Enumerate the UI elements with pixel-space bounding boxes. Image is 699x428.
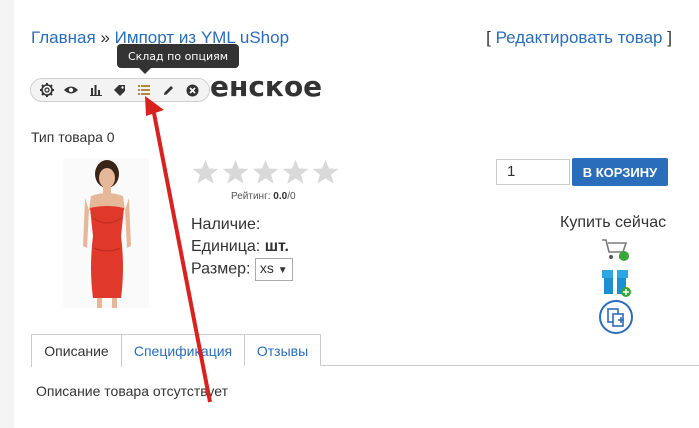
tags-icon[interactable]: [110, 80, 130, 100]
product-attributes: Наличие: Единица: шт. Размер: xs ▼: [191, 214, 293, 281]
size-select[interactable]: xs ▼: [254, 258, 293, 281]
rating-label: Рейтинг:: [231, 191, 271, 202]
tab-description[interactable]: Описание: [31, 334, 122, 367]
star-icon[interactable]: [191, 158, 220, 186]
star-icon[interactable]: [221, 158, 250, 186]
description-text: Описание товара отсутствует: [36, 383, 228, 399]
product-tabs: Описание Спецификация Отзывы: [31, 334, 699, 367]
breadcrumb-home-link[interactable]: Главная: [31, 28, 96, 47]
tab-specification[interactable]: Спецификация: [121, 334, 245, 366]
list-icon[interactable]: [134, 80, 154, 100]
edit-product-link[interactable]: Редактировать товар: [496, 28, 663, 47]
rating-value: 0.0: [273, 191, 288, 202]
edit-product: [ Редактировать товар ]: [486, 28, 672, 48]
compare-icon[interactable]: [599, 300, 633, 334]
buy-now-label: Купить сейчас: [560, 214, 667, 231]
dropdown-arrow-icon: ▼: [277, 265, 288, 276]
toolbar-tooltip: Склад по опциям: [117, 44, 239, 74]
breadcrumb-separator: »: [100, 28, 110, 47]
rating-stars[interactable]: [191, 158, 340, 186]
pencil-icon[interactable]: [159, 80, 179, 100]
gear-icon[interactable]: [37, 80, 57, 100]
product-type: Тип товара 0: [31, 129, 115, 145]
edit-bracket-close: ]: [667, 28, 672, 47]
star-icon[interactable]: [311, 158, 340, 186]
star-icon[interactable]: [251, 158, 280, 186]
star-icon[interactable]: [281, 158, 310, 186]
unit-value: шт.: [264, 238, 289, 255]
rating-text: Рейтинг: 0.0/0: [231, 191, 296, 202]
gift-icon[interactable]: [602, 270, 631, 297]
eye-icon[interactable]: [61, 80, 81, 100]
size-selected-value: xs: [259, 260, 274, 276]
tab-reviews[interactable]: Отзывы: [244, 334, 321, 366]
add-to-cart-button[interactable]: В КОРЗИНУ: [572, 158, 668, 186]
cart-icon[interactable]: [602, 239, 629, 261]
quantity-input[interactable]: 1: [496, 159, 570, 185]
size-label: Размер:: [191, 260, 251, 278]
unit-label: Единица:: [191, 238, 261, 255]
admin-toolbar: [30, 78, 210, 102]
edit-bracket-open: [: [486, 28, 491, 47]
product-image[interactable]: [63, 158, 149, 308]
action-icons: [599, 239, 633, 334]
product-title: енское: [210, 70, 323, 103]
availability-label: Наличие:: [191, 216, 261, 233]
rating-total: /0: [287, 191, 296, 202]
close-icon[interactable]: [183, 80, 203, 100]
bar-chart-icon[interactable]: [86, 80, 106, 100]
